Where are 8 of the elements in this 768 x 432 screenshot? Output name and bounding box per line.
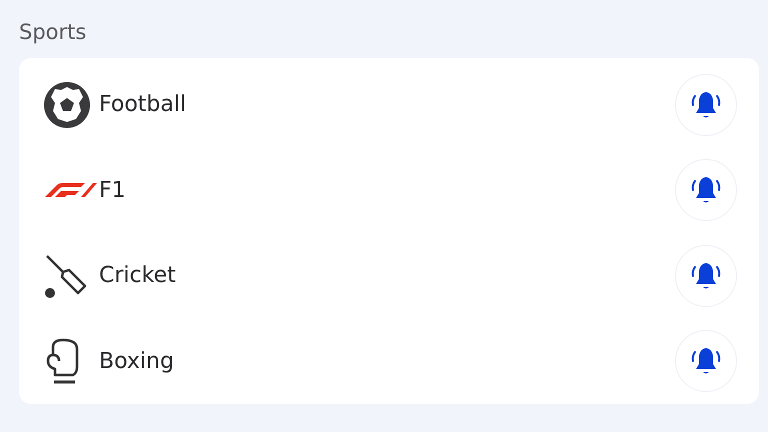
sport-name: Boxing — [99, 348, 175, 374]
sport-name: Football — [99, 92, 188, 118]
sport-name: Cricket — [99, 263, 177, 288]
soccer-ball-icon — [43, 80, 91, 129]
cricket-bat-icon — [43, 252, 89, 299]
sport-name: F1 — [99, 178, 127, 203]
section-title: Sports — [19, 20, 88, 44]
racing-logo-icon — [43, 183, 97, 198]
